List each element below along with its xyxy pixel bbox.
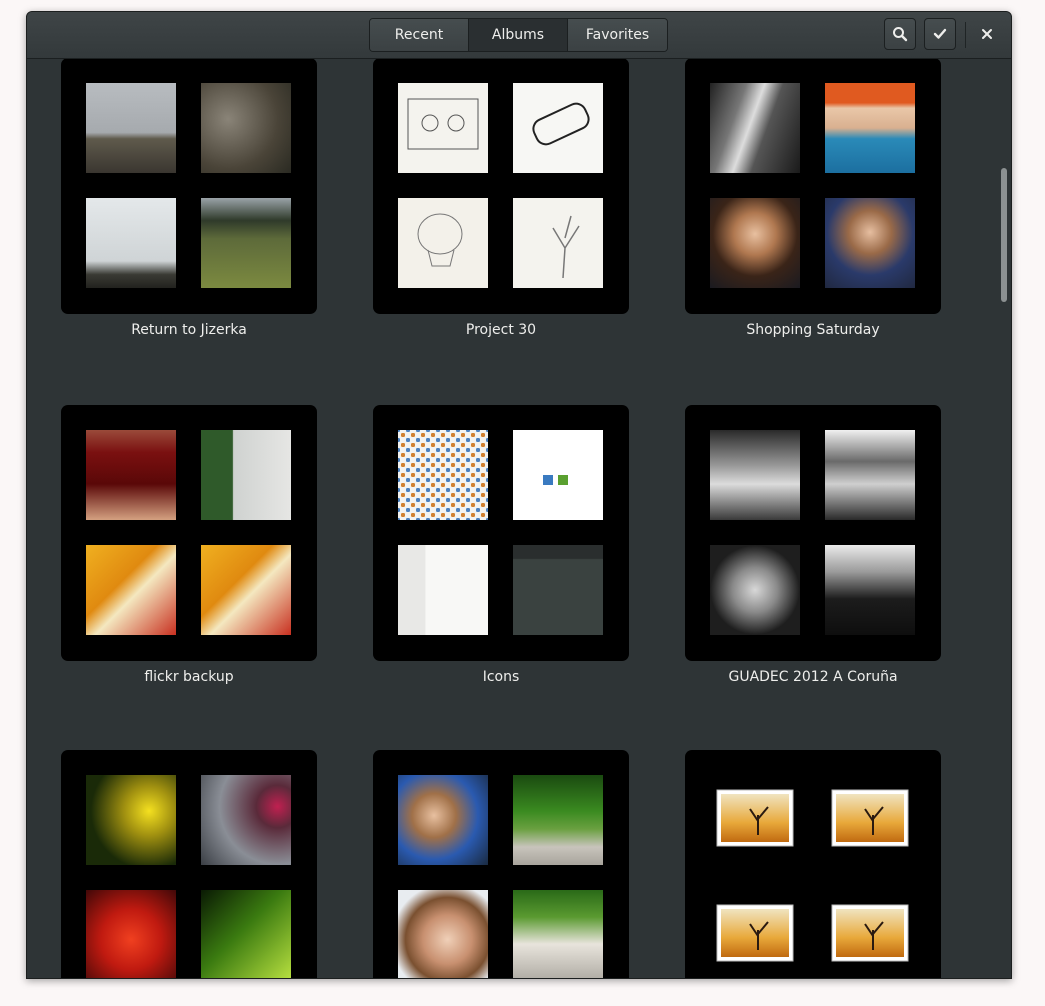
photo-thumbnail <box>825 198 915 288</box>
photo-thumbnail <box>513 775 603 865</box>
photo-thumbnail <box>201 198 291 288</box>
view-switcher: Recent Albums Favorites <box>369 18 668 52</box>
header-bar: Recent Albums Favorites <box>27 12 1011 59</box>
sketch-cassette <box>407 98 479 150</box>
album-placeholder[interactable] <box>685 750 941 978</box>
album-cover[interactable] <box>373 59 629 314</box>
photo-thumbnail <box>710 545 800 635</box>
photo-thumbnail <box>201 430 291 520</box>
image-placeholder-icon <box>825 775 915 865</box>
album-cover[interactable] <box>61 750 317 978</box>
photo-thumbnail <box>513 430 603 520</box>
photo-thumbnail <box>513 83 603 173</box>
album-project-30[interactable]: Project 30 <box>373 59 629 341</box>
vertical-scrollbar[interactable] <box>1001 168 1007 302</box>
search-icon <box>893 27 908 42</box>
album-cover[interactable] <box>685 405 941 661</box>
checkmark-icon <box>933 28 947 39</box>
tab-favorites[interactable]: Favorites <box>568 19 667 51</box>
photo-thumbnail <box>398 545 488 635</box>
photo-thumbnail <box>86 430 176 520</box>
photo-thumbnail <box>201 83 291 173</box>
photo-thumbnail <box>86 775 176 865</box>
album-cover[interactable] <box>61 59 317 314</box>
photo-thumbnail <box>201 775 291 865</box>
albums-grid: Return to Jizerka Project 30 Shopping Sa… <box>27 59 1011 978</box>
album-cover[interactable] <box>61 405 317 661</box>
image-placeholder-icon <box>710 890 800 978</box>
close-icon <box>982 29 992 39</box>
close-button[interactable] <box>971 18 1003 50</box>
photo-thumbnail <box>398 775 488 865</box>
photo-thumbnail <box>825 83 915 173</box>
album-icons[interactable]: Icons <box>373 405 629 688</box>
album-kids[interactable] <box>373 750 629 978</box>
photo-thumbnail <box>398 890 488 978</box>
album-title: GUADEC 2012 A Coruña <box>728 669 898 685</box>
photo-thumbnail <box>513 890 603 978</box>
album-cover[interactable] <box>373 750 629 978</box>
sketch-tree <box>552 215 580 279</box>
photo-thumbnail <box>86 83 176 173</box>
album-title: flickr backup <box>144 669 234 685</box>
tab-albums[interactable]: Albums <box>469 19 568 51</box>
sketch-device <box>532 102 590 146</box>
search-button[interactable] <box>884 18 916 50</box>
photo-thumbnail <box>86 890 176 978</box>
album-title: Icons <box>482 669 520 685</box>
album-shopping-saturday[interactable]: Shopping Saturday <box>685 59 941 341</box>
image-placeholder-icon <box>710 775 800 865</box>
icon-launchers-preview <box>543 475 568 485</box>
photo-thumbnail <box>513 198 603 288</box>
photo-thumbnail <box>710 83 800 173</box>
photo-thumbnail <box>825 545 915 635</box>
photo-thumbnail <box>201 545 291 635</box>
tab-recent[interactable]: Recent <box>370 19 469 51</box>
album-cover[interactable] <box>685 750 941 978</box>
photo-thumbnail <box>398 198 488 288</box>
album-cover[interactable] <box>373 405 629 661</box>
photo-thumbnail <box>86 198 176 288</box>
album-title: Return to Jizerka <box>131 322 247 338</box>
album-guadec-2012[interactable]: GUADEC 2012 A Coruña <box>685 405 941 688</box>
image-placeholder-icon <box>825 890 915 978</box>
photo-thumbnail <box>86 545 176 635</box>
album-return-to-jizerka[interactable]: Return to Jizerka <box>61 59 317 341</box>
album-title: Shopping Saturday <box>746 322 880 338</box>
photo-thumbnail <box>825 430 915 520</box>
photo-thumbnail <box>398 83 488 173</box>
sketch-skull <box>417 213 463 267</box>
album-cover[interactable] <box>685 59 941 314</box>
album-title: Project 30 <box>465 322 537 338</box>
photo-thumbnail <box>710 430 800 520</box>
album-flickr-backup[interactable]: flickr backup <box>61 405 317 688</box>
album-flowers[interactable] <box>61 750 317 978</box>
select-button[interactable] <box>924 18 956 50</box>
photos-window: Recent Albums Favorites Return to Jizerk… <box>26 11 1012 979</box>
photo-thumbnail <box>710 198 800 288</box>
header-separator <box>965 22 966 48</box>
photo-thumbnail <box>513 545 603 635</box>
photo-thumbnail <box>398 430 488 520</box>
photo-thumbnail <box>201 890 291 978</box>
